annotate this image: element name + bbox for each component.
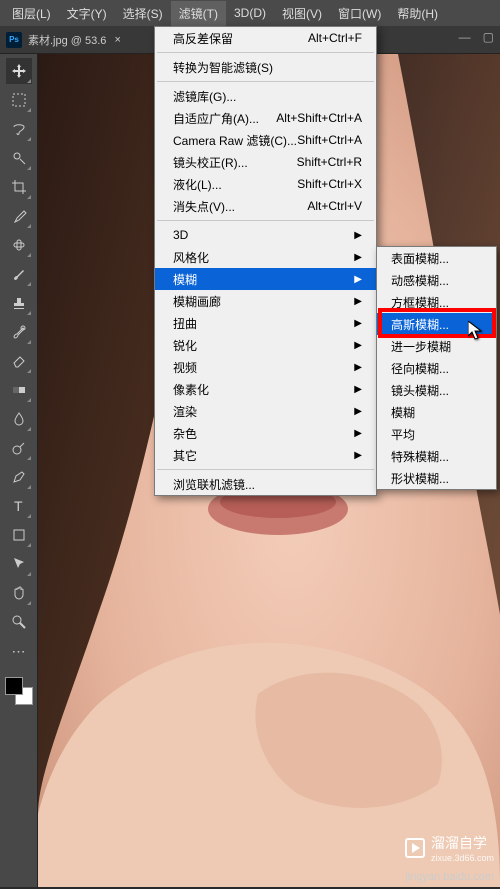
filter-menu-item[interactable]: Camera Raw 滤镜(C)...Shift+Ctrl+A [155, 129, 376, 151]
marquee-tool[interactable] [6, 87, 32, 113]
brand-name: 溜溜自学 [431, 833, 494, 853]
filter-menu-item[interactable]: 3D▶ [155, 224, 376, 246]
filter-menu-item[interactable]: 滤镜库(G)... [155, 85, 376, 107]
menu-filter[interactable]: 滤镜(T) [171, 1, 226, 26]
menu-3d[interactable]: 3D(D) [226, 2, 274, 24]
filter-menu-item[interactable]: 像素化▶ [155, 378, 376, 400]
blur-submenu: 表面模糊...动感模糊...方框模糊...高斯模糊...进一步模糊径向模糊...… [376, 246, 497, 490]
blur-submenu-item[interactable]: 径向模糊... [377, 357, 496, 379]
filter-menu-item[interactable]: 风格化▶ [155, 246, 376, 268]
blur-submenu-item[interactable]: 动感模糊... [377, 269, 496, 291]
gradient-tool[interactable] [6, 377, 32, 403]
filter-menu-item[interactable]: 高反差保留Alt+Ctrl+F [155, 27, 376, 49]
stamp-tool[interactable] [6, 290, 32, 316]
blur-submenu-item[interactable]: 特殊模糊... [377, 445, 496, 467]
move-tool[interactable] [6, 58, 32, 84]
filter-menu-item[interactable]: 锐化▶ [155, 334, 376, 356]
eraser-tool[interactable] [6, 348, 32, 374]
menu-text[interactable]: 文字(Y) [59, 1, 115, 26]
blur-submenu-item[interactable]: 镜头模糊... [377, 379, 496, 401]
filter-menu-item[interactable]: 扭曲▶ [155, 312, 376, 334]
filter-menu-item[interactable]: 杂色▶ [155, 422, 376, 444]
blur-submenu-item[interactable]: 平均 [377, 423, 496, 445]
play-icon [405, 838, 425, 858]
zoom-tool[interactable] [6, 609, 32, 635]
lasso-tool[interactable] [6, 116, 32, 142]
menu-window[interactable]: 窗口(W) [330, 1, 389, 26]
blur-submenu-item[interactable]: 进一步模糊 [377, 335, 496, 357]
blur-submenu-item[interactable]: 方框模糊... [377, 291, 496, 313]
shape-tool[interactable] [6, 522, 32, 548]
filter-menu-item[interactable]: 视频▶ [155, 356, 376, 378]
document-tab-title[interactable]: 素材.jpg @ 53.6 [28, 32, 106, 48]
filter-menu-item[interactable]: 镜头校正(R)...Shift+Ctrl+R [155, 151, 376, 173]
menu-view[interactable]: 视图(V) [274, 1, 330, 26]
crop-tool[interactable] [6, 174, 32, 200]
type-tool[interactable]: T [6, 493, 32, 519]
hand-tool[interactable] [6, 580, 32, 606]
tab-close-button[interactable]: × [114, 34, 120, 46]
dodge-tool[interactable] [6, 435, 32, 461]
watermark-text: jingyan.baidu.com [405, 871, 494, 883]
edit-toolbar-icon[interactable]: ⋯ [6, 638, 32, 664]
path-select-tool[interactable] [6, 551, 32, 577]
pen-tool[interactable] [6, 464, 32, 490]
blur-submenu-item[interactable]: 高斯模糊... [377, 313, 496, 335]
color-swatches[interactable] [5, 677, 33, 705]
blur-submenu-item[interactable]: 表面模糊... [377, 247, 496, 269]
foreground-swatch[interactable] [5, 677, 23, 695]
menubar: 图层(L) 文字(Y) 选择(S) 滤镜(T) 3D(D) 视图(V) 窗口(W… [0, 0, 500, 26]
filter-menu-item[interactable]: 其它▶ [155, 444, 376, 466]
menu-help[interactable]: 帮助(H) [389, 1, 446, 26]
filter-menu-item[interactable]: 消失点(V)...Alt+Ctrl+V [155, 195, 376, 217]
ps-icon: Ps [6, 32, 22, 48]
filter-menu-dropdown: 高反差保留Alt+Ctrl+F 转换为智能滤镜(S) 滤镜库(G)...自适应广角(… [154, 26, 377, 496]
window-maximize-icon[interactable]: ▢ [483, 30, 494, 44]
brand-badge: 溜溜自学 zixue.3d66.com [405, 833, 494, 863]
filter-menu-item[interactable]: 模糊▶ [155, 268, 376, 290]
heal-tool[interactable] [6, 232, 32, 258]
blur-tool[interactable] [6, 406, 32, 432]
filter-menu-item[interactable]: 自适应广角(A)...Alt+Shift+Ctrl+A [155, 107, 376, 129]
menu-select[interactable]: 选择(S) [115, 1, 171, 26]
blur-submenu-item[interactable]: 形状模糊... [377, 467, 496, 489]
brush-tool[interactable] [6, 261, 32, 287]
menu-layer[interactable]: 图层(L) [4, 1, 59, 26]
tools-panel: T ⋯ [0, 54, 38, 887]
blur-submenu-item[interactable]: 模糊 [377, 401, 496, 423]
svg-text:T: T [14, 498, 23, 514]
filter-menu-item[interactable]: 转换为智能滤镜(S) [155, 56, 376, 78]
history-brush-tool[interactable] [6, 319, 32, 345]
filter-menu-item[interactable]: 液化(L)...Shift+Ctrl+X [155, 173, 376, 195]
eyedropper-tool[interactable] [6, 203, 32, 229]
window-minimize-icon[interactable]: — [459, 30, 471, 44]
filter-menu-item[interactable]: 渲染▶ [155, 400, 376, 422]
quick-select-tool[interactable] [6, 145, 32, 171]
brand-site: zixue.3d66.com [431, 853, 494, 863]
filter-menu-item[interactable]: 模糊画廊▶ [155, 290, 376, 312]
filter-menu-item[interactable]: 浏览联机滤镜... [155, 473, 376, 495]
